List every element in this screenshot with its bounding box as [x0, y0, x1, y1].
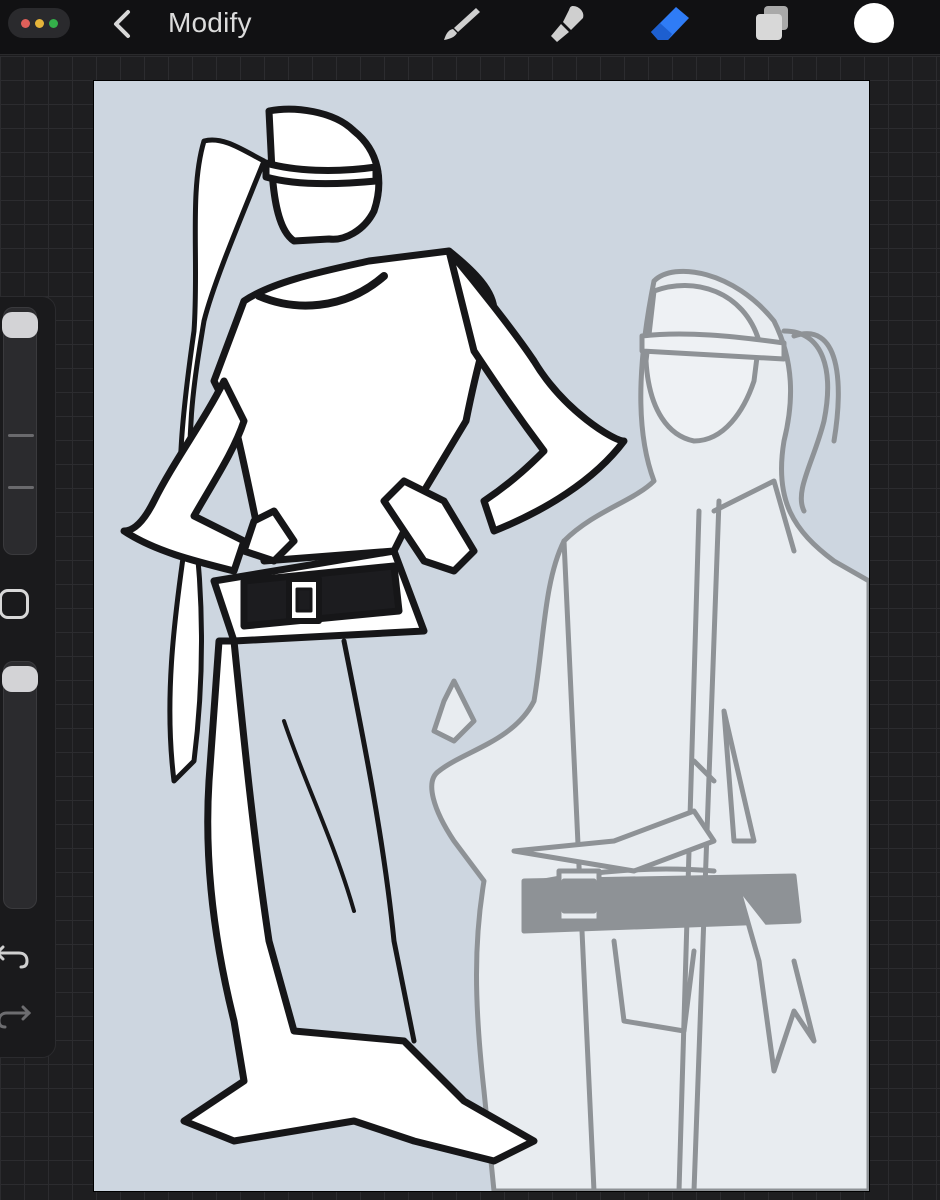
opacity-slider[interactable] — [2, 661, 38, 909]
undo-icon[interactable] — [0, 937, 33, 971]
eraser-icon[interactable] — [648, 4, 692, 44]
brush-size-slider[interactable] — [2, 307, 38, 555]
brush-size-thumb[interactable] — [2, 312, 38, 338]
dot-green — [48, 18, 58, 28]
layers-icon[interactable] — [750, 4, 794, 44]
drawing-canvas[interactable] — [93, 80, 870, 1192]
brush-icon[interactable] — [440, 4, 484, 44]
dot-red — [20, 18, 30, 28]
back-chevron-icon[interactable] — [108, 6, 138, 42]
top-toolbar: Modify — [0, 0, 940, 55]
opacity-thumb[interactable] — [2, 666, 38, 692]
redo-icon[interactable] — [0, 997, 33, 1031]
dot-yellow — [34, 18, 44, 28]
color-picker-swatch[interactable] — [854, 3, 894, 43]
slider-tick — [8, 434, 34, 437]
window-menu-button[interactable] — [8, 8, 70, 38]
smudge-icon[interactable] — [545, 4, 589, 44]
modify-button-icon[interactable] — [0, 589, 29, 619]
slider-tick — [8, 486, 34, 489]
left-sidebar — [0, 296, 56, 1058]
gallery-title[interactable]: Modify — [168, 7, 252, 39]
